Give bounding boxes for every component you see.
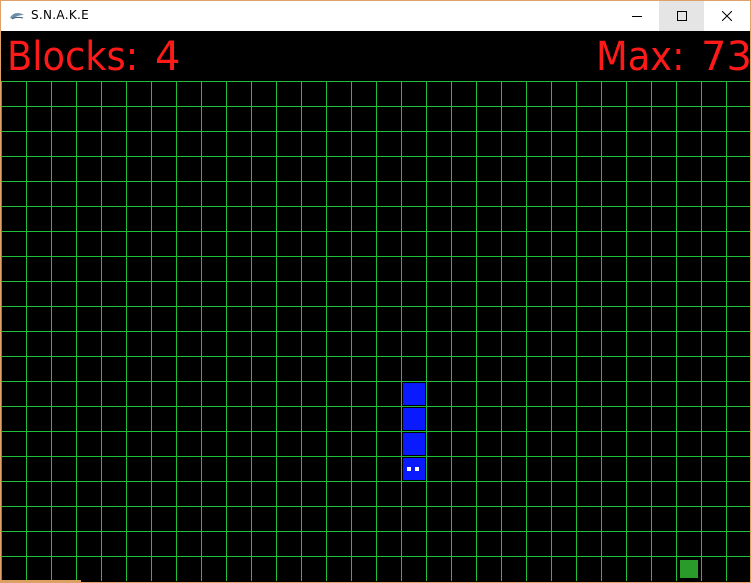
- close-button[interactable]: [704, 1, 749, 31]
- food-block: [680, 560, 698, 578]
- snake-segment: [403, 408, 425, 430]
- snake-eye: [407, 467, 411, 471]
- game-window: S.N.A.K.E Blocks: 4 Max: 73: [0, 0, 751, 583]
- maximize-button[interactable]: [659, 1, 704, 31]
- minimize-icon: [631, 16, 642, 17]
- maximize-icon: [676, 11, 687, 21]
- blocks-count: 4: [155, 34, 181, 80]
- score-bar: Blocks: 4 Max: 73: [1, 31, 750, 81]
- snake-head: [403, 458, 425, 480]
- snake-segment: [403, 433, 425, 455]
- minimize-button[interactable]: [614, 1, 659, 31]
- max-label: Max:: [596, 34, 685, 80]
- game-board[interactable]: [1, 81, 750, 581]
- snake-segment: [403, 383, 425, 405]
- window-title: S.N.A.K.E: [31, 8, 90, 22]
- blocks-label: Blocks:: [7, 34, 139, 80]
- bottom-edge: [1, 580, 81, 582]
- snake-app-icon: [10, 13, 24, 20]
- snake-eye: [415, 467, 419, 471]
- title-bar[interactable]: S.N.A.K.E: [1, 1, 750, 31]
- max-score: 73: [701, 34, 751, 80]
- grid-lines: [1, 81, 750, 581]
- close-icon: [721, 11, 732, 21]
